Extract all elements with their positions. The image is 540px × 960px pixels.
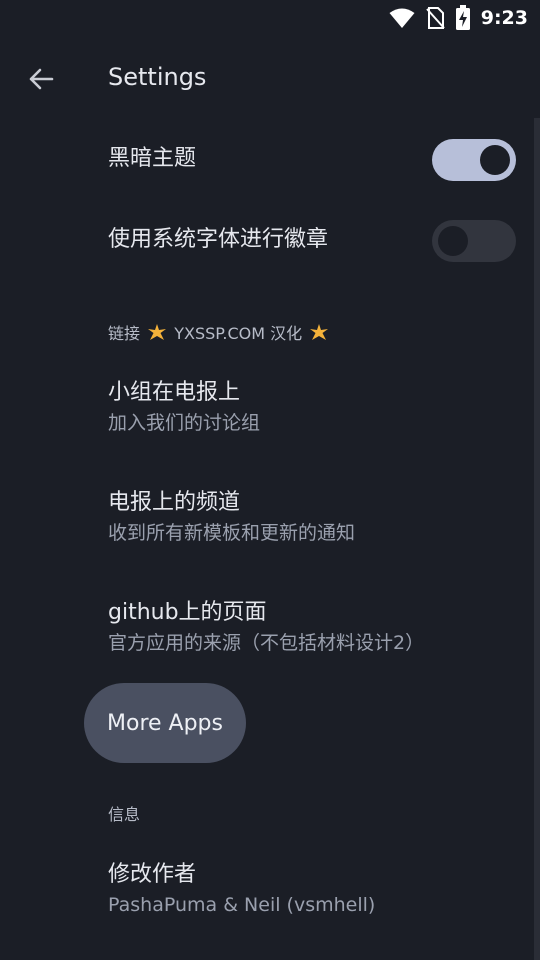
system-font-badge-switch[interactable] [432,220,516,262]
mod-author-summary: PashaPuma & Neil (vsmhell) [108,894,376,916]
wifi-icon [389,8,415,28]
dark-theme-switch[interactable] [432,139,516,181]
telegram-group-title: 小组在电报上 [108,380,241,405]
switch-thumb [480,145,510,175]
app-bar: Settings [0,44,540,112]
sparkle-star-icon [310,324,329,340]
back-button[interactable] [18,56,64,102]
github-page-summary: 官方应用的来源（不包括材料设计2） [108,632,425,654]
battery-charging-icon [455,5,470,30]
scrollbar[interactable] [534,118,540,960]
links-category-prefix: 链接 [108,324,141,343]
telegram-channel-title: 电报上的频道 [108,490,241,515]
more-apps-label: More Apps [107,710,223,736]
telegram-group-link[interactable]: 小组在电报上 加入我们的讨论组 [108,378,516,436]
status-bar: 9:23 [0,0,540,36]
clock-time: 9:23 [480,7,528,29]
github-page-title: github上的页面 [108,600,267,625]
telegram-group-summary: 加入我们的讨论组 [108,412,261,434]
telegram-channel-summary: 收到所有新模板和更新的通知 [108,522,356,544]
telegram-channel-link[interactable]: 电报上的频道 收到所有新模板和更新的通知 [108,488,516,546]
info-category-header: 信息 [108,805,141,824]
no-sim-icon [425,7,445,29]
more-apps-button[interactable]: More Apps [84,683,246,763]
status-icons: 9:23 [389,4,528,32]
github-page-link[interactable]: github上的页面 官方应用的来源（不包括材料设计2） [108,598,516,656]
arrow-left-icon [29,68,54,90]
links-category-suffix: 汉化 [270,324,303,343]
sparkle-star-icon [148,324,167,340]
page-title: Settings [108,63,207,91]
mod-author-item[interactable]: 修改作者 PashaPuma & Neil (vsmhell) [108,860,516,918]
switch-thumb [438,226,468,256]
links-category-header: 链接 YXSSP.COM 汉化 [108,320,329,344]
links-category-site: YXSSP.COM [174,324,266,343]
mod-author-title: 修改作者 [108,862,197,887]
